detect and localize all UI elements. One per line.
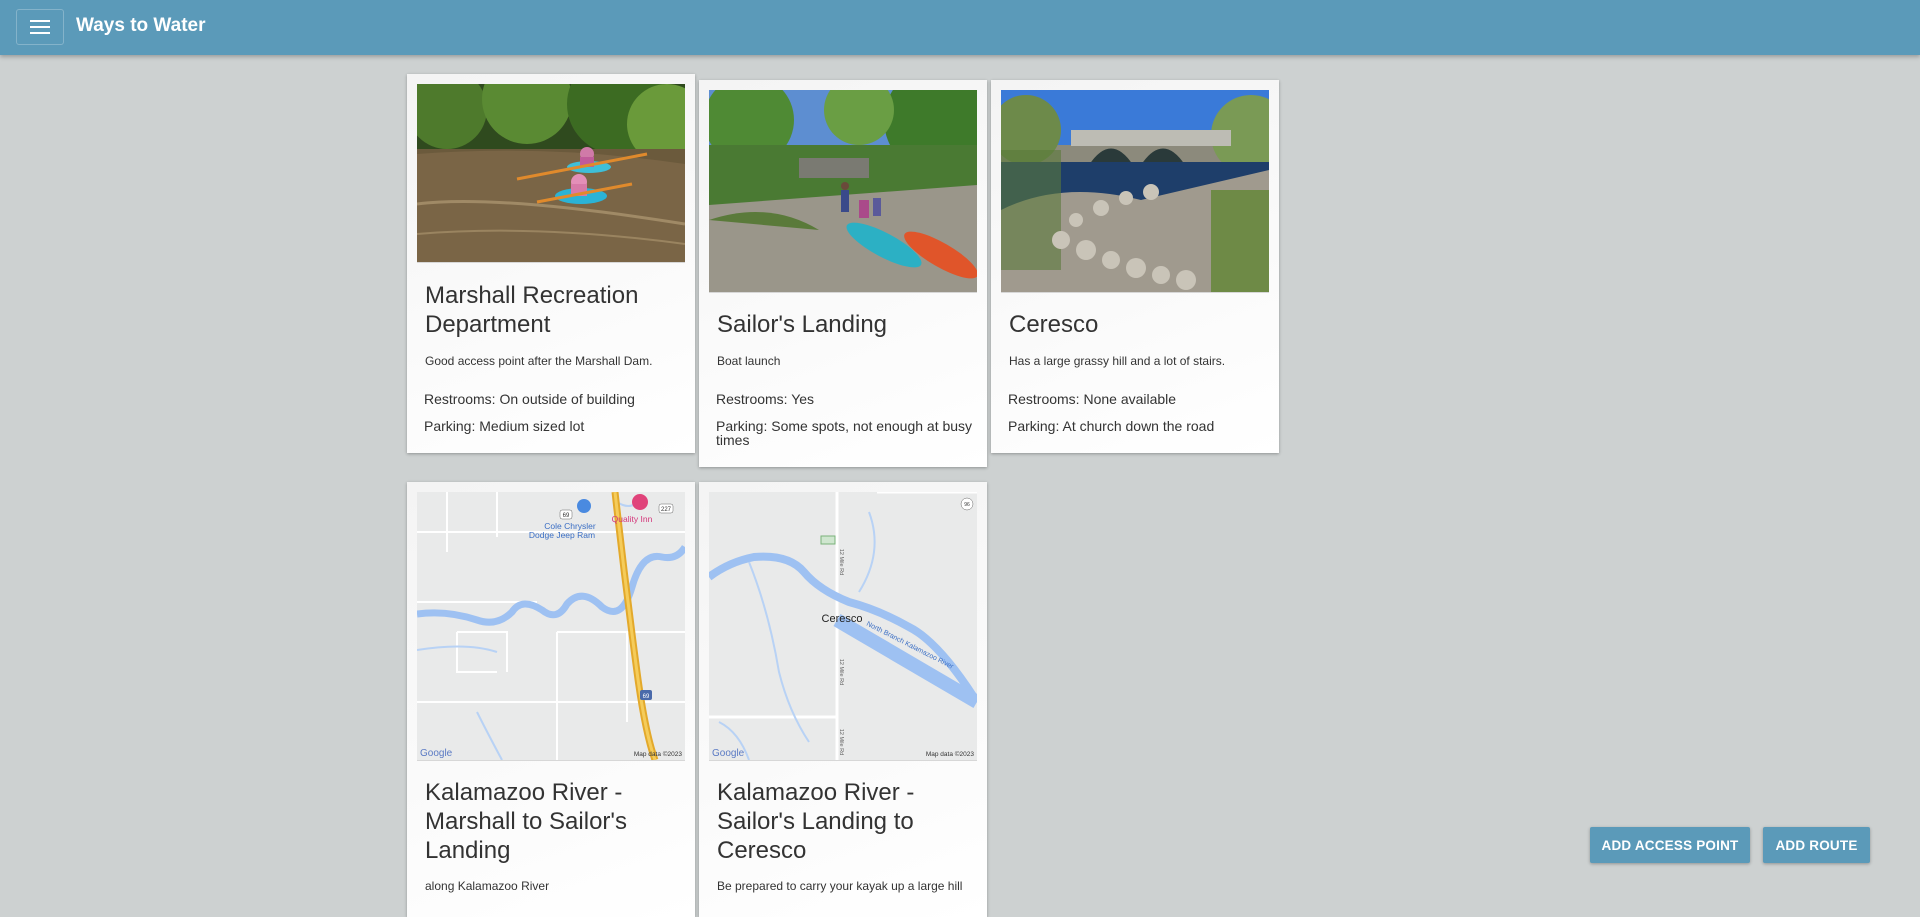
access-point-title: Marshall Recreation Department <box>425 282 639 338</box>
access-point-description: Good access point after the Marshall Dam… <box>425 354 653 368</box>
map-label: 12 Mile Rd <box>838 659 844 685</box>
add-route-button[interactable]: ADD ROUTE <box>1763 827 1870 863</box>
restrooms-info: Restrooms: On outside of building <box>424 391 635 407</box>
map-label: 227 <box>661 507 672 513</box>
map-label: Quality Inn <box>612 514 653 524</box>
app-bar: Ways to Water <box>0 0 1920 55</box>
route-map[interactable]: Cole Chrysler Dodge Jeep Ram Quality Inn… <box>417 492 685 761</box>
access-point-description: Boat launch <box>717 354 781 368</box>
map-attribution: Map data ©2023 <box>926 750 975 758</box>
access-point-card[interactable]: Marshall Recreation Department Good acce… <box>407 74 695 453</box>
route-card[interactable]: Cole Chrysler Dodge Jeep Ram Quality Inn… <box>407 482 695 917</box>
map-label: Dodge Jeep Ram <box>529 530 595 540</box>
google-logo: Google <box>712 748 745 759</box>
map-attribution: Map data ©2023 <box>634 750 683 758</box>
menu-button[interactable] <box>16 9 64 45</box>
map-label: 69 <box>563 513 570 519</box>
route-description: Be prepared to carry your kayak up a lar… <box>717 879 963 893</box>
access-point-photo <box>1001 90 1269 293</box>
access-point-card[interactable]: Sailor's Landing Boat launch Restrooms: … <box>699 80 987 467</box>
map-label: 69 <box>643 694 650 700</box>
parking-info: Parking: At church down the road <box>1008 418 1215 434</box>
route-card[interactable]: Ceresco North Branch Kalamazoo River 12 … <box>699 482 987 917</box>
restrooms-info: Restrooms: Yes <box>716 391 815 407</box>
parking-info: Parking: Medium sized lot <box>424 418 585 434</box>
route-map[interactable]: Ceresco North Branch Kalamazoo River 12 … <box>709 492 977 761</box>
map-label: 96 <box>964 502 970 508</box>
access-point-photo <box>709 90 977 293</box>
restrooms-info: Restrooms: None available <box>1008 391 1177 407</box>
access-point-title: Ceresco <box>1009 311 1099 338</box>
map-label: 12 Mile Rd <box>838 729 844 755</box>
access-point-title: Sailor's Landing <box>717 311 888 338</box>
map-label: 12 Mile Rd <box>838 549 844 575</box>
access-point-photo <box>417 84 685 263</box>
hamburger-menu-icon <box>30 20 50 34</box>
parking-info: Parking: Some spots, not enough at busy … <box>716 418 973 448</box>
route-title: Kalamazoo River - Marshall to Sailor's L… <box>425 779 627 864</box>
access-point-card[interactable]: Ceresco Has a large grassy hill and a lo… <box>991 80 1279 453</box>
route-title: Kalamazoo River - Sailor's Landing to Ce… <box>717 779 915 864</box>
route-description: along Kalamazoo River <box>425 879 550 893</box>
access-point-description: Has a large grassy hill and a lot of sta… <box>1009 354 1226 368</box>
app-title: Ways to Water <box>76 15 206 36</box>
google-logo: Google <box>420 748 453 759</box>
add-access-point-button[interactable]: ADD ACCESS POINT <box>1590 827 1750 863</box>
map-label: Ceresco <box>822 613 863 625</box>
